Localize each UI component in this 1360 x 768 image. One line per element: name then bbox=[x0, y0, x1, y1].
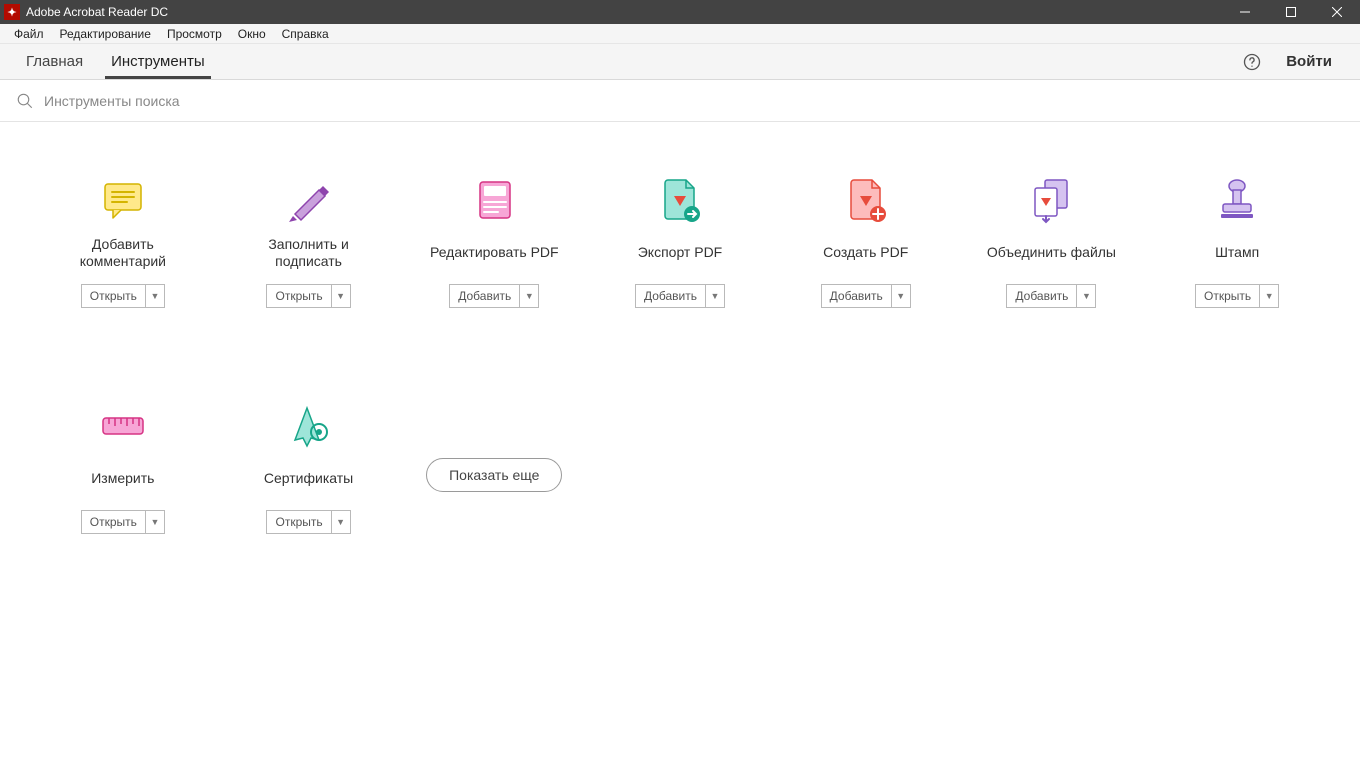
tool-label: Объединить файлы bbox=[987, 234, 1116, 272]
chevron-down-icon[interactable]: ▼ bbox=[1260, 285, 1278, 307]
menu-help[interactable]: Справка bbox=[274, 25, 337, 43]
tab-tools[interactable]: Инструменты bbox=[97, 44, 219, 79]
menu-edit[interactable]: Редактирование bbox=[52, 25, 159, 43]
tool-measure: Измерить Открыть▼ bbox=[33, 398, 213, 534]
tool-create-pdf-action[interactable]: Добавить▼ bbox=[821, 284, 911, 308]
stamp-icon bbox=[1213, 172, 1261, 228]
tool-combine: Объединить файлы Добавить▼ bbox=[961, 172, 1141, 308]
tools-grid: Добавить комментарий Открыть▼ Заполнить … bbox=[30, 172, 1330, 534]
window-maximize-button[interactable] bbox=[1268, 0, 1314, 24]
tool-label: Сертификаты bbox=[264, 460, 353, 498]
edit-pdf-icon bbox=[470, 172, 518, 228]
tool-label: Измерить bbox=[91, 460, 154, 498]
menu-window[interactable]: Окно bbox=[230, 25, 274, 43]
chevron-down-icon[interactable]: ▼ bbox=[706, 285, 724, 307]
window-close-button[interactable] bbox=[1314, 0, 1360, 24]
chevron-down-icon[interactable]: ▼ bbox=[520, 285, 538, 307]
tools-area: Добавить комментарий Открыть▼ Заполнить … bbox=[0, 122, 1360, 534]
tool-edit-pdf: Редактировать PDF Добавить▼ bbox=[404, 172, 584, 308]
tool-label: Заполнить и подписать bbox=[268, 234, 348, 272]
show-more-wrap: Показать еще bbox=[401, 398, 587, 534]
certificate-icon bbox=[285, 398, 333, 454]
tool-label: Создать PDF bbox=[823, 234, 908, 272]
chevron-down-icon[interactable]: ▼ bbox=[146, 285, 164, 307]
tool-certs: Сертификаты Открыть▼ bbox=[219, 398, 399, 534]
comment-icon bbox=[99, 172, 147, 228]
tool-stamp: Штамп Открыть▼ bbox=[1147, 172, 1327, 308]
tool-label: Редактировать PDF bbox=[430, 234, 559, 272]
tool-export-pdf: Экспорт PDF Добавить▼ bbox=[590, 172, 770, 308]
tab-home[interactable]: Главная bbox=[12, 44, 97, 79]
app-icon: ✦ bbox=[4, 4, 20, 20]
signin-button[interactable]: Войти bbox=[1270, 44, 1348, 79]
tool-stamp-action[interactable]: Открыть▼ bbox=[1195, 284, 1279, 308]
help-button[interactable] bbox=[1234, 44, 1270, 79]
tool-edit-pdf-action[interactable]: Добавить▼ bbox=[449, 284, 539, 308]
tool-fill-sign-action[interactable]: Открыть▼ bbox=[266, 284, 350, 308]
pen-icon bbox=[285, 172, 333, 228]
search-input[interactable] bbox=[44, 93, 444, 109]
create-pdf-icon bbox=[842, 172, 890, 228]
menubar: Файл Редактирование Просмотр Окно Справк… bbox=[0, 24, 1360, 44]
chevron-down-icon[interactable]: ▼ bbox=[146, 511, 164, 533]
tool-certs-action[interactable]: Открыть▼ bbox=[266, 510, 350, 534]
tool-create-pdf: Создать PDF Добавить▼ bbox=[776, 172, 956, 308]
search-bar bbox=[0, 80, 1360, 122]
tool-comment-action[interactable]: Открыть▼ bbox=[81, 284, 165, 308]
show-more-button[interactable]: Показать еще bbox=[426, 458, 562, 492]
tool-label: Экспорт PDF bbox=[638, 234, 723, 272]
chevron-down-icon[interactable]: ▼ bbox=[892, 285, 910, 307]
search-icon bbox=[16, 92, 34, 110]
window-title: Adobe Acrobat Reader DC bbox=[26, 5, 168, 19]
export-pdf-icon bbox=[656, 172, 704, 228]
tool-fill-sign: Заполнить и подписать Открыть▼ bbox=[219, 172, 399, 308]
window-minimize-button[interactable] bbox=[1222, 0, 1268, 24]
tool-label: Добавить комментарий bbox=[80, 234, 166, 272]
tool-combine-action[interactable]: Добавить▼ bbox=[1006, 284, 1096, 308]
ruler-icon bbox=[99, 398, 147, 454]
chevron-down-icon[interactable]: ▼ bbox=[332, 285, 350, 307]
combine-icon bbox=[1027, 172, 1075, 228]
tool-measure-action[interactable]: Открыть▼ bbox=[81, 510, 165, 534]
tool-comment: Добавить комментарий Открыть▼ bbox=[33, 172, 213, 308]
tool-export-pdf-action[interactable]: Добавить▼ bbox=[635, 284, 725, 308]
menu-file[interactable]: Файл bbox=[6, 25, 52, 43]
chevron-down-icon[interactable]: ▼ bbox=[1077, 285, 1095, 307]
tabbar: Главная Инструменты Войти bbox=[0, 44, 1360, 80]
help-icon bbox=[1242, 52, 1262, 72]
tool-label: Штамп bbox=[1215, 234, 1259, 272]
chevron-down-icon[interactable]: ▼ bbox=[332, 511, 350, 533]
menu-view[interactable]: Просмотр bbox=[159, 25, 230, 43]
titlebar: ✦ Adobe Acrobat Reader DC bbox=[0, 0, 1360, 24]
